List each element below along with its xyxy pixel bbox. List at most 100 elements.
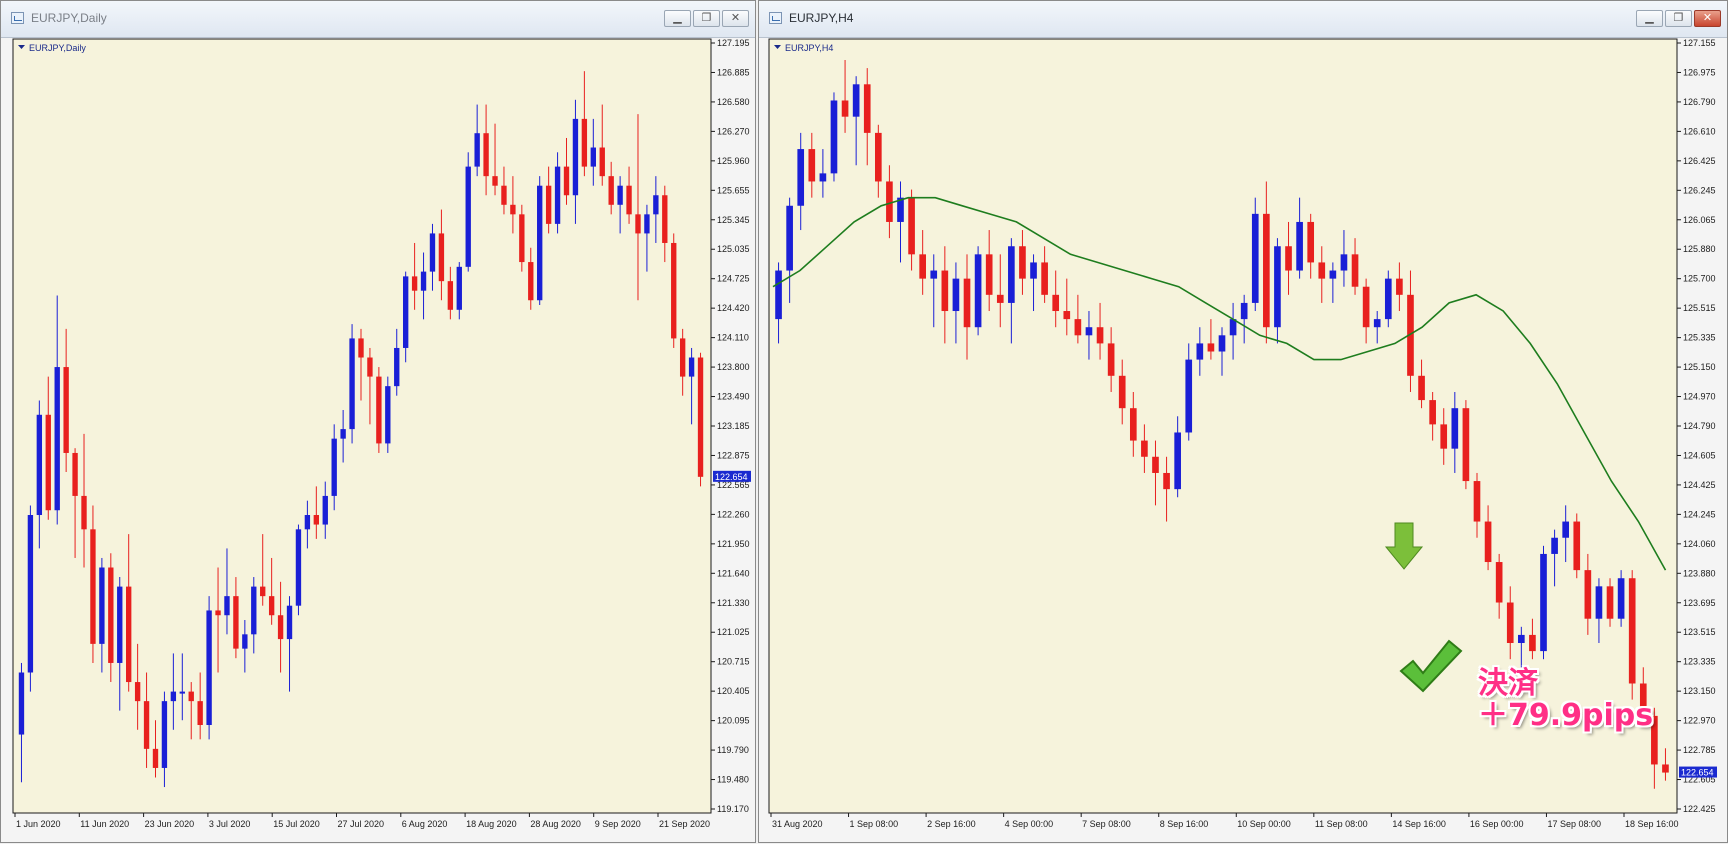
candle-body	[1263, 213, 1270, 328]
y-tick-label: 125.700	[1683, 274, 1716, 284]
candle-body	[1329, 270, 1337, 279]
candle-body	[554, 166, 561, 224]
candle-body	[1462, 408, 1470, 482]
current-price-label: 122.654	[715, 472, 748, 482]
candle-body	[537, 185, 543, 301]
restore-icon[interactable]: ❐	[1665, 10, 1692, 27]
x-tick-label: 4 Sep 00:00	[1005, 819, 1054, 829]
candle-body	[1218, 335, 1226, 352]
candle-body	[1074, 319, 1082, 336]
candle-body	[215, 610, 221, 616]
candle-body	[286, 605, 293, 640]
candle-body	[590, 147, 596, 167]
y-tick-label: 122.970	[1683, 716, 1716, 726]
y-tick-label: 123.515	[1683, 627, 1716, 637]
candle-body	[874, 132, 882, 182]
x-tick-label: 6 Aug 2020	[402, 819, 448, 829]
chart-window-icon	[11, 12, 24, 24]
y-tick-label: 123.695	[1683, 598, 1716, 608]
candle-body	[679, 338, 686, 377]
candle-body	[1351, 254, 1359, 287]
candle-body	[161, 701, 168, 768]
y-tick-label: 126.885	[717, 67, 750, 77]
y-tick-label: 122.785	[1683, 745, 1716, 755]
candle-body	[170, 691, 177, 702]
y-tick-label: 119.790	[717, 745, 749, 755]
candle-body	[456, 266, 462, 310]
x-tick-label: 16 Sep 00:00	[1470, 819, 1524, 829]
candle-body	[1096, 327, 1104, 344]
candle-body	[331, 438, 337, 496]
candle-body	[277, 615, 284, 640]
candle-body	[45, 414, 51, 511]
candle-body	[1107, 343, 1115, 376]
candle-body	[465, 166, 471, 267]
y-tick-label: 127.155	[1683, 38, 1716, 48]
plot-area	[12, 38, 712, 814]
candle-body	[1429, 400, 1436, 425]
daily-chart-window[interactable]: EURJPY,Daily ▁ ❐ ✕ EURJPY,Daily 127.195 12…	[0, 0, 756, 843]
candle-body	[1440, 424, 1448, 449]
close-icon[interactable]: ✕	[1694, 10, 1721, 27]
y-tick-label: 124.060	[1683, 539, 1716, 549]
y-tick-label: 123.800	[717, 362, 750, 372]
candle-body	[1019, 246, 1026, 279]
candle-body	[54, 367, 60, 511]
h4-titlebar[interactable]: EURJPY,H4 ▁ ❐ ✕	[759, 1, 1727, 38]
candle-body	[1041, 262, 1048, 295]
candle-body	[599, 147, 605, 177]
y-tick-label: 125.880	[1683, 244, 1716, 254]
y-tick-label: 126.270	[717, 126, 750, 136]
y-tick-label: 124.970	[1683, 392, 1716, 402]
daily-candlestick-chart[interactable]: EURJPY,Daily 127.195 126.885 126.580 126.270…	[1, 37, 757, 844]
y-tick-label: 120.405	[717, 686, 750, 696]
daily-titlebar[interactable]: EURJPY,Daily ▁ ❐ ✕	[1, 1, 755, 38]
y-tick-label: 124.790	[1683, 421, 1716, 431]
minimize-icon[interactable]: ▁	[664, 10, 691, 27]
x-tick-label: 27 Jul 2020	[338, 819, 385, 829]
candle-body	[644, 214, 650, 234]
x-tick-label: 21 Sep 2020	[659, 819, 710, 829]
x-tick-label: 15 Jul 2020	[273, 819, 320, 829]
y-tick-label: 125.345	[717, 215, 750, 225]
x-tick-label: 31 Aug 2020	[772, 819, 823, 829]
candle-body	[1396, 278, 1403, 295]
x-tick-label: 14 Sep 16:00	[1392, 819, 1446, 829]
y-tick-label: 124.420	[717, 303, 750, 313]
candle-body	[941, 270, 949, 312]
y-tick-label: 119.480	[717, 775, 749, 785]
candle-body	[429, 233, 436, 272]
candle-body	[1473, 481, 1481, 522]
candle-body	[367, 357, 373, 377]
y-tick-label: 126.065	[1683, 215, 1716, 225]
candle-body	[819, 173, 827, 182]
y-tick-label: 126.580	[717, 97, 750, 107]
restore-icon[interactable]: ❐	[693, 10, 720, 27]
candle-body	[501, 185, 507, 205]
candle-body	[143, 701, 150, 749]
candle-body	[99, 567, 105, 644]
candle-body	[63, 367, 69, 453]
candle-body	[340, 429, 346, 439]
candle-body	[1141, 440, 1148, 457]
y-tick-label: 125.150	[1683, 362, 1716, 372]
candle-body	[411, 276, 418, 291]
x-tick-label: 11 Jun 2020	[80, 819, 129, 829]
y-tick-label: 122.425	[1683, 804, 1716, 814]
y-tick-label: 125.960	[717, 156, 750, 166]
candle-body	[27, 515, 34, 673]
y-tick-label: 126.245	[1683, 185, 1716, 195]
candle-body	[510, 204, 516, 215]
close-icon[interactable]: ✕	[722, 10, 749, 27]
h4-window-title: EURJPY,H4	[789, 11, 854, 25]
x-tick-label: 28 Aug 2020	[530, 819, 581, 829]
candle-body	[930, 270, 938, 279]
candle-body	[919, 254, 926, 279]
x-tick-label: 8 Sep 16:00	[1160, 819, 1209, 829]
candle-body	[863, 84, 871, 133]
candle-body	[206, 610, 212, 726]
minimize-icon[interactable]: ▁	[1636, 10, 1663, 27]
daily-window-title: EURJPY,Daily	[31, 11, 107, 25]
x-tick-label: 2 Sep 16:00	[927, 819, 976, 829]
candle-body	[1063, 311, 1071, 320]
